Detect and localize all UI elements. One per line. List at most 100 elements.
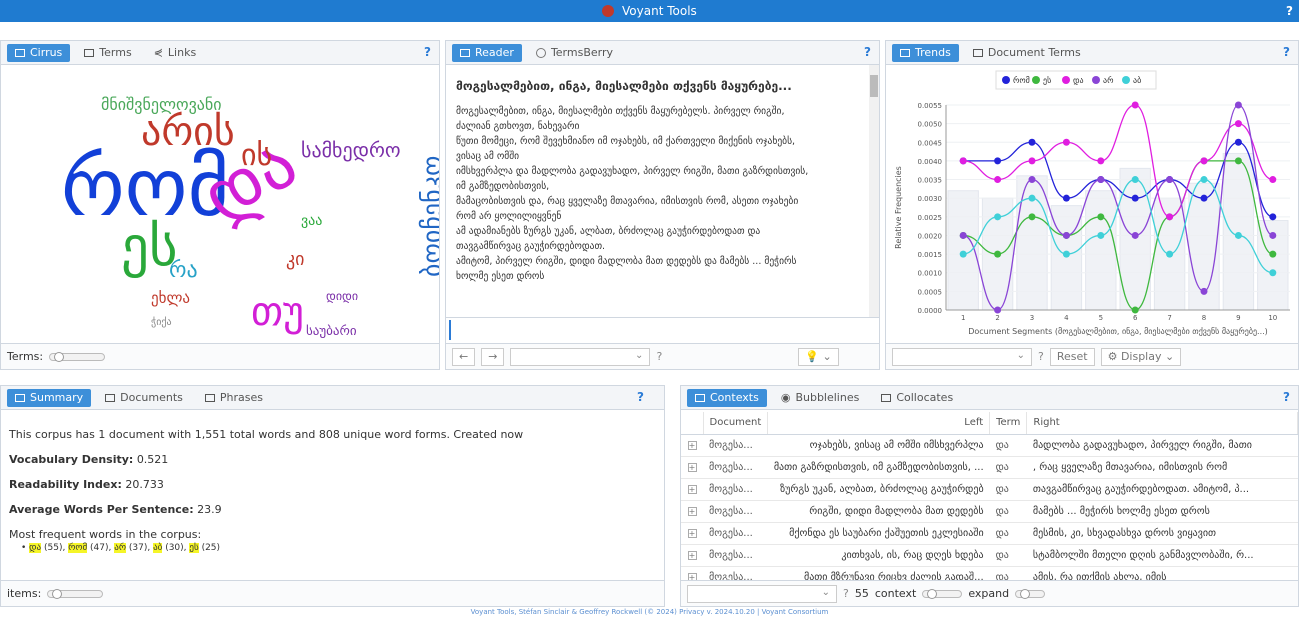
reader-progress-strip[interactable] — [446, 317, 879, 343]
forward-arrow-icon[interactable]: → — [481, 347, 505, 366]
tab-links[interactable]: ⋞ Links — [146, 44, 204, 62]
document-select[interactable]: ⌄ — [510, 347, 651, 366]
grid-icon — [204, 393, 215, 402]
reader-line: რომ არ ყოლილიყვნენ — [456, 211, 562, 222]
word-cloud[interactable]: რომ და არის ეს ის სამხედრო მნიშვნელოვანი… — [1, 65, 440, 345]
footer-credits[interactable]: Voyant Tools, Stéfan Sinclair & Geoffrey… — [0, 608, 1299, 618]
row-expander[interactable]: + — [681, 500, 703, 523]
back-arrow-icon[interactable]: ← — [452, 347, 476, 366]
trends-help-button[interactable]: ? — [1283, 45, 1290, 59]
terms-slider[interactable] — [49, 351, 106, 362]
tab-document-terms[interactable]: Document Terms — [965, 44, 1089, 62]
tab-phrases[interactable]: Phrases — [197, 389, 271, 407]
app-help-button[interactable]: ? — [1286, 0, 1293, 22]
tab-collocates[interactable]: Collocates — [873, 389, 961, 407]
cirrus-help-button[interactable]: ? — [424, 45, 431, 59]
table-row[interactable]: + მოგესა... რიგში, დიდი მადლობა მათ დედებს… — [681, 500, 1298, 523]
reader-line: ხოლმე ესეთ დროს — [456, 271, 545, 282]
table-header-row: Document Left Term Right — [681, 412, 1298, 435]
plus-icon: + — [687, 484, 697, 494]
x-tick-label: 10 — [1268, 314, 1277, 322]
column-document[interactable]: Document — [703, 412, 769, 435]
freq-word[interactable]: ეს — [189, 543, 199, 553]
trends-chart[interactable]: 0.0000 0.0005 0.0010 0.0015 0.0020 0.0025 0.00… — [886, 65, 1299, 345]
column-right[interactable]: Right — [1026, 412, 1298, 435]
summary-panel: Summary Documents Phrases ? This corpus … — [0, 385, 665, 607]
chevron-down-icon: ⌄ — [1016, 349, 1025, 361]
x-tick-label: 6 — [1133, 314, 1138, 322]
tab-documents[interactable]: Documents — [97, 389, 191, 407]
background-bar — [947, 190, 979, 311]
trends-footer-help[interactable]: ? — [1038, 350, 1044, 363]
slider-knob[interactable] — [54, 351, 65, 362]
row-expander[interactable]: + — [681, 522, 703, 545]
position-marker — [449, 320, 451, 340]
items-slider[interactable] — [47, 588, 104, 599]
slider-knob[interactable] — [52, 588, 63, 599]
y-tick-label: 0.0025 — [918, 214, 943, 222]
table-row[interactable]: + მოგესა... მათი გაზრდისთვის, იმ გამზედობი… — [681, 456, 1298, 479]
legend-label: ეს — [1043, 75, 1051, 85]
data-point — [1028, 176, 1036, 184]
x-tick-label: 2 — [995, 314, 999, 322]
document-title: მოგესალმებით, ინგა, მიესალმები თქვენს მა… — [456, 79, 792, 93]
reset-button[interactable]: Reset — [1049, 347, 1095, 366]
table-row[interactable]: + მოგესა... მქონდა ეს საუბარი ქაშუეთის ეკლ… — [681, 522, 1298, 545]
context-slider[interactable] — [922, 588, 963, 599]
cell-right: მესმის, კი, სხვადასხვა დროს ვიყავით — [1026, 522, 1298, 545]
legend-label: რომ — [1013, 75, 1030, 85]
row-expander[interactable]: + — [681, 478, 703, 501]
row-expander[interactable]: + — [681, 434, 703, 457]
freq-word[interactable]: აბ — [153, 543, 163, 553]
legend-label: არ — [1103, 75, 1113, 85]
table-row[interactable]: + მოგესა... კითხვას, ის, რაც დღეს ხდება და ს… — [681, 544, 1298, 567]
expand-slider[interactable] — [1015, 588, 1046, 599]
tab-summary[interactable]: Summary — [7, 388, 92, 407]
cloud-word: საუბარი — [306, 324, 357, 339]
freq-word[interactable]: არ — [114, 543, 126, 553]
summary-help-button[interactable]: ? — [637, 390, 644, 404]
legend-label: აბ — [1133, 75, 1141, 85]
column-term[interactable]: Term — [989, 412, 1028, 435]
tab-bubblelines[interactable]: ◉ Bubblelines — [773, 389, 868, 407]
tab-trends[interactable]: Trends — [892, 43, 959, 62]
tab-contexts[interactable]: Contexts — [687, 388, 767, 407]
data-point — [1131, 176, 1139, 184]
radio-icon — [535, 47, 546, 58]
tab-terms[interactable]: Terms — [76, 44, 139, 62]
row-expander[interactable]: + — [681, 544, 703, 567]
reader-line: თავგამწირვაც გაუჭირდებოდათ. — [456, 241, 606, 252]
reader-help-button[interactable]: ? — [864, 45, 871, 59]
freq-word[interactable]: და — [29, 543, 42, 553]
tab-termsberry[interactable]: TermsBerry — [528, 44, 621, 62]
cell-document: მოგესა... — [703, 544, 768, 567]
reader-footer-help[interactable]: ? — [656, 350, 662, 363]
data-point — [959, 231, 967, 239]
table-row[interactable]: + მოგესა... ზურგს უკან, ალბათ, ბრძოლაც გაუ… — [681, 478, 1298, 501]
display-button[interactable]: ⚙ Display ⌄ — [1100, 347, 1182, 366]
freq-word[interactable]: რომ — [68, 543, 88, 553]
contexts-help-button[interactable]: ? — [1283, 390, 1290, 404]
data-point — [1234, 157, 1242, 165]
tab-cirrus[interactable]: Cirrus — [7, 43, 71, 62]
reader-line: მოგესალმებით, ინგა, მიესალმები თქვენს მა… — [456, 106, 785, 117]
tab-reader[interactable]: Reader — [452, 43, 522, 62]
grid-icon — [972, 48, 983, 57]
y-tick-label: 0.0020 — [918, 232, 943, 240]
lightbulb-icon[interactable]: 💡 ⌄ — [798, 347, 839, 366]
scroll-thumb[interactable] — [870, 75, 878, 97]
terms-select[interactable]: ⌄ — [892, 347, 1032, 366]
table-row[interactable]: + მოგესა... ოჯახებს, ვისაც ამ ომში იმსხვერ… — [681, 434, 1298, 457]
cloud-word: კი — [286, 249, 305, 270]
data-point — [994, 250, 1002, 258]
table-row[interactable]: + მოგესა... მათი მზრუნავი რიცხვ ძალის გადა… — [681, 566, 1298, 580]
row-expander[interactable]: + — [681, 566, 703, 580]
slider-knob[interactable] — [927, 588, 938, 599]
column-left[interactable]: Left — [767, 412, 991, 435]
context-label: context — [874, 587, 917, 600]
reader-scrollbar[interactable] — [869, 65, 879, 317]
contexts-term-select[interactable]: ⌄ — [687, 584, 837, 603]
slider-knob[interactable] — [1020, 588, 1031, 599]
row-expander[interactable]: + — [681, 456, 703, 479]
contexts-footer-help[interactable]: ? — [843, 587, 849, 600]
